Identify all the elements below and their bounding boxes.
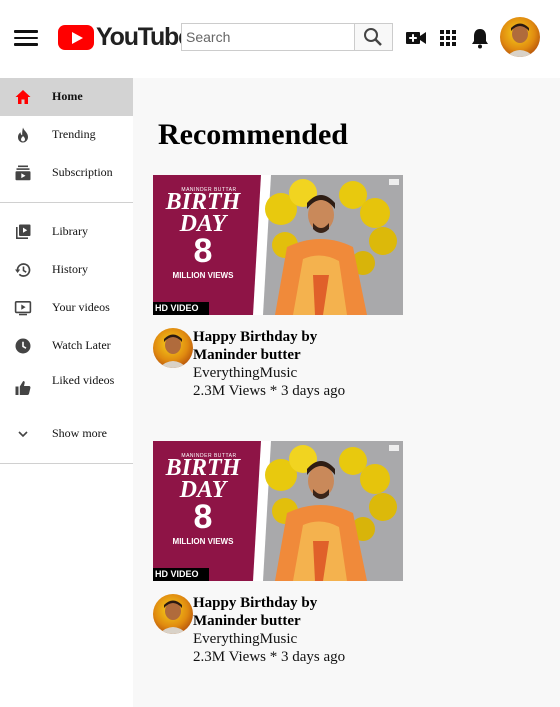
subscriptions-icon — [15, 165, 31, 181]
hamburger-menu-icon[interactable] — [14, 27, 38, 49]
notifications-bell-icon[interactable] — [468, 26, 492, 50]
video-meta: 2.3M Views * 3 days ago — [193, 383, 346, 399]
logo-text: YouTube — [96, 22, 192, 51]
sidebar-item-home[interactable]: Home — [0, 78, 133, 116]
sidebar-item-label: History — [52, 262, 88, 276]
thumbnail-title-line1: BIRTH — [165, 189, 241, 215]
search-input[interactable] — [181, 23, 355, 51]
search-button[interactable] — [355, 23, 393, 51]
sidebar-divider — [0, 463, 133, 464]
library-icon — [16, 224, 31, 239]
hd-badge: HD VIDEO — [155, 303, 199, 313]
create-video-icon[interactable] — [404, 26, 428, 50]
thumbnail-views-number: 8 — [193, 232, 213, 270]
sidebar: Home Trending Subscription Library Histo… — [0, 78, 133, 707]
sidebar-item-watch-later[interactable]: Watch Later — [0, 327, 133, 365]
history-icon — [15, 263, 31, 277]
thumbnail-views-number: 8 — [193, 498, 213, 536]
sidebar-item-label: Liked videos — [52, 373, 115, 387]
watch-later-icon — [15, 338, 31, 354]
sidebar-item-label: Home — [52, 89, 83, 103]
chevron-down-icon — [18, 431, 28, 438]
section-title: Recommended — [158, 118, 348, 151]
video-thumbnail[interactable]: MANINDER BUTTAR BIRTH DAY 8 MILLION VIEW… — [153, 441, 403, 581]
video-title[interactable]: Happy Birthday by Maninder butter — [193, 328, 363, 364]
youtube-play-logo-icon — [58, 24, 94, 50]
channel-avatar-image — [153, 328, 193, 368]
sidebar-item-liked-videos[interactable]: Liked videos — [0, 365, 133, 411]
main-content: Recommended MANINDER BUTTAR BIRTH DAY 8 … — [133, 78, 560, 707]
sidebar-item-label: Subscription — [52, 165, 113, 179]
sidebar-divider — [0, 202, 133, 203]
sidebar-item-library[interactable]: Library — [0, 213, 133, 251]
top-bar: YouTube — [0, 0, 560, 78]
trending-icon — [18, 127, 28, 143]
thumbnail-views-caption: MILLION VIEWS — [172, 537, 234, 546]
user-avatar[interactable] — [500, 17, 540, 57]
sidebar-item-subscription[interactable]: Subscription — [0, 154, 133, 192]
sidebar-item-label: Trending — [52, 127, 96, 141]
sidebar-item-label: Watch Later — [52, 338, 111, 352]
apps-grid-icon[interactable] — [436, 26, 460, 50]
video-title[interactable]: Happy Birthday by Maninder butter — [193, 594, 363, 630]
user-avatar-image — [500, 17, 540, 57]
sidebar-item-trending[interactable]: Trending — [0, 116, 133, 154]
liked-icon — [15, 381, 31, 395]
your-videos-icon — [14, 300, 32, 316]
channel-avatar-image — [153, 594, 193, 634]
sidebar-item-label: Your videos — [52, 300, 110, 314]
thumbnail-title-line1: BIRTH — [165, 455, 241, 481]
sidebar-item-show-more[interactable]: Show more — [0, 415, 133, 453]
thumbnail-views-caption: MILLION VIEWS — [172, 271, 234, 280]
video-meta: 2.3M Views * 3 days ago — [193, 649, 346, 665]
youtube-logo[interactable]: YouTube — [58, 22, 192, 52]
home-icon — [15, 90, 31, 104]
channel-avatar[interactable] — [153, 594, 193, 634]
sidebar-item-history[interactable]: History — [0, 251, 133, 289]
sidebar-item-label: Show more — [52, 426, 107, 440]
sidebar-item-your-videos[interactable]: Your videos — [0, 289, 133, 327]
channel-avatar[interactable] — [153, 328, 193, 368]
sidebar-item-label: Library — [52, 224, 88, 238]
channel-name[interactable]: EverythingMusic — [193, 630, 297, 648]
search-icon — [364, 28, 382, 46]
channel-name[interactable]: EverythingMusic — [193, 364, 297, 382]
video-thumbnail[interactable]: MANINDER BUTTAR BIRTH DAY 8 MILLION VIEW… — [153, 175, 403, 315]
hd-badge: HD VIDEO — [155, 569, 199, 579]
